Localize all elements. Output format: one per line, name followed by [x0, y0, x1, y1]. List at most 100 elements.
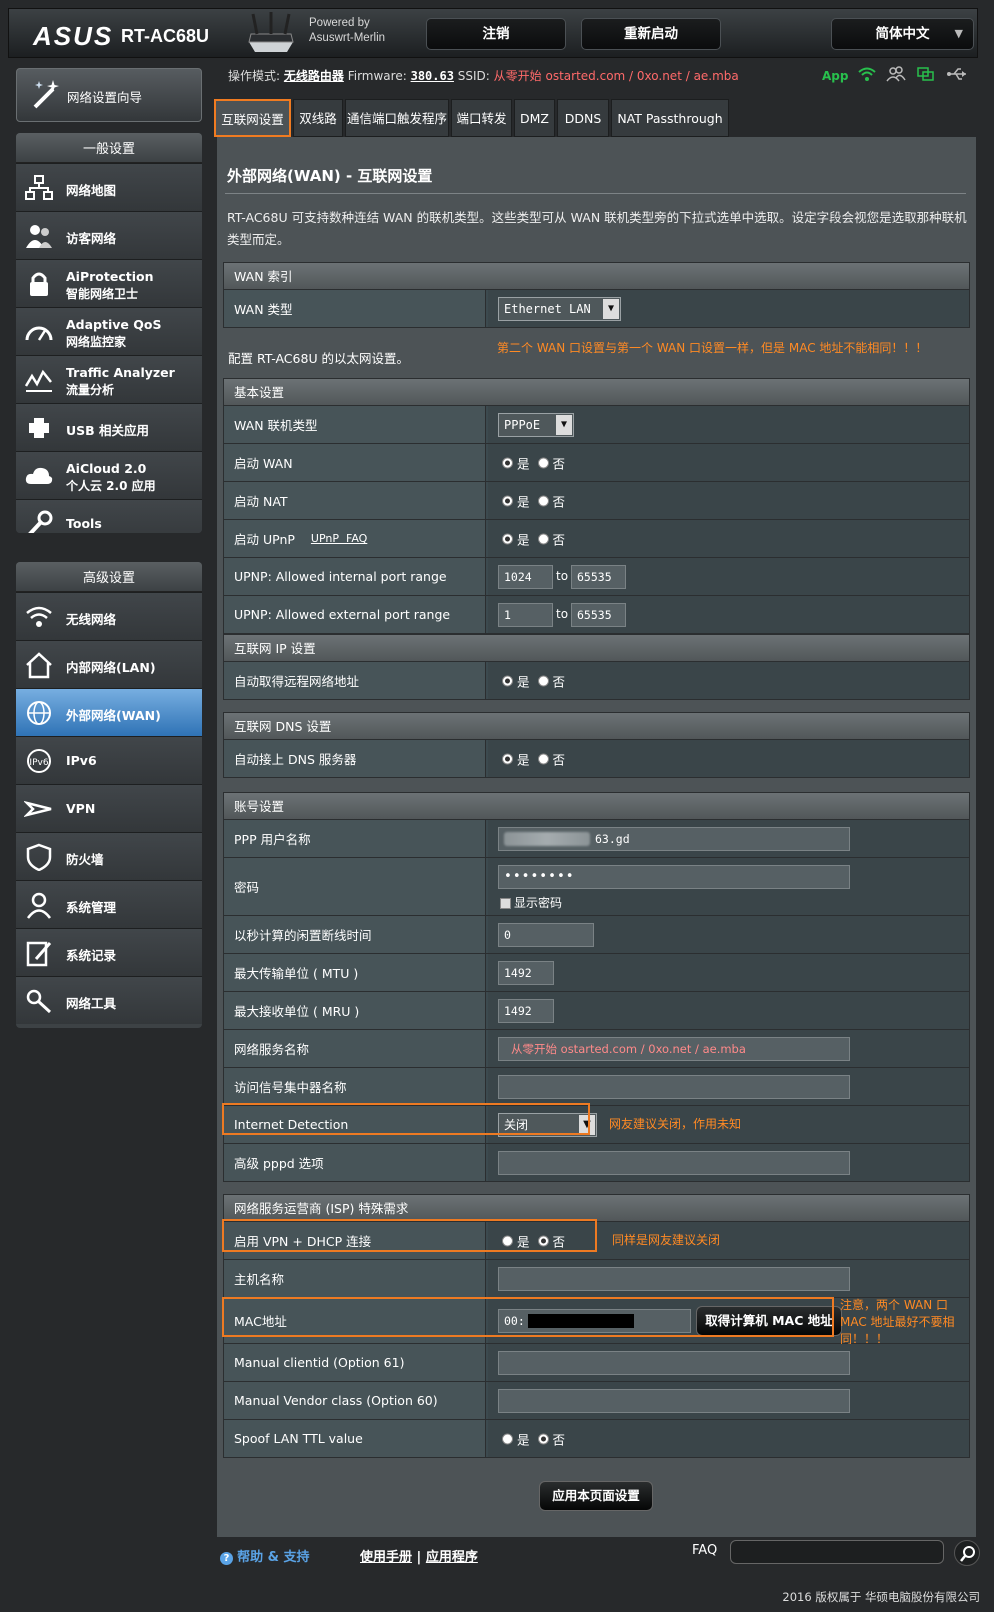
app-icon[interactable]: App — [822, 69, 848, 83]
auto-ip-yes-radio[interactable] — [502, 675, 513, 686]
tab-port-forwarding[interactable]: 端口转发 — [451, 99, 512, 137]
enable-nat-no-radio[interactable] — [537, 495, 549, 506]
sidebar-item-label: 访客网络 — [66, 231, 117, 246]
reboot-button[interactable]: 重新启动 — [581, 18, 721, 50]
host-name-row: 主机名称 — [223, 1260, 970, 1298]
tab-port-trigger[interactable]: 通信端口触发程序 — [345, 99, 449, 137]
tab-dmz[interactable]: DMZ — [514, 99, 555, 137]
upnp-external-range-row: UPNP: Allowed external port range 1 to 6… — [223, 596, 970, 634]
help-support-link[interactable]: ? 帮助 & 支持 — [220, 1546, 310, 1565]
sidebar-item-aicloud[interactable]: AiCloud 2.0 个人云 2.0 应用 — [16, 451, 202, 499]
wan-type-select[interactable]: Ethernet LAN ▼ — [498, 297, 621, 321]
wifi-icon[interactable] — [858, 66, 877, 86]
service-name-input[interactable]: 从零开始 ostarted.com / 0xo.net / ae.mba — [498, 1037, 850, 1061]
aicloud-icon — [24, 462, 54, 490]
sidebar-item-usb[interactable]: USB 相关应用 — [16, 403, 202, 451]
upnp-internal-to-input[interactable]: 65535 — [571, 565, 626, 589]
sidebar-item-adaptive-qos[interactable]: Adaptive QoS 网络监控家 — [16, 307, 202, 355]
sidebar-item-sublabel: 智能网络卫士 — [66, 287, 139, 301]
password-input[interactable]: •••••••• — [498, 865, 850, 889]
sidebar-item-label: AiCloud 2.0 — [66, 461, 147, 476]
wan-connection-type-select[interactable]: PPPoE ▼ — [498, 413, 574, 437]
enable-nat-yes-radio[interactable] — [502, 495, 513, 506]
utility-link[interactable]: 应用程序 — [426, 1550, 478, 1565]
system-log-icon — [24, 939, 54, 967]
sidebar-item-network-map[interactable]: 网络地图 — [16, 163, 202, 211]
upnp-faq-link[interactable]: UPnP FAQ — [311, 532, 367, 545]
pppd-options-input[interactable] — [498, 1151, 850, 1175]
manual-link[interactable]: 使用手册 — [360, 1550, 412, 1565]
sidebar-item-tools[interactable]: Tools — [16, 499, 202, 533]
chevron-down-icon: ▼ — [954, 27, 963, 40]
auto-ip-row: 自动取得远程网络地址 是 否 — [223, 662, 970, 700]
basic-settings-heading: 基本设置 — [223, 378, 970, 406]
note-vpn-dhcp: 同样是网友建议关闭 — [612, 1233, 721, 1247]
sidebar-item-ipv6[interactable]: IPv6 IPv6 — [16, 736, 202, 784]
show-password-checkbox[interactable] — [500, 898, 511, 909]
spoof-ttl-yes-radio[interactable] — [502, 1433, 513, 1444]
sidebar-item-lan[interactable]: 内部网络(LAN) — [16, 640, 202, 688]
tools-icon — [24, 510, 54, 533]
asus-logo: ASUS — [33, 21, 114, 51]
search-button[interactable] — [954, 1540, 980, 1566]
sidebar-item-label: AiProtection — [66, 269, 154, 284]
mru-input[interactable]: 1492 — [498, 999, 554, 1023]
firmware-version-link[interactable]: 380.63 — [411, 69, 454, 83]
auto-dns-no-radio[interactable] — [537, 753, 549, 764]
network-status-icon[interactable] — [916, 66, 936, 86]
apply-button[interactable]: 应用本页面设置 — [539, 1481, 653, 1511]
sidebar-item-network-tools[interactable]: 网络工具 — [16, 976, 202, 1024]
spoof-ttl-no-radio[interactable] — [537, 1433, 549, 1444]
sidebar-item-administration[interactable]: 系统管理 — [16, 880, 202, 928]
upnp-internal-from-input[interactable]: 1024 — [498, 565, 553, 589]
ac-name-input[interactable] — [498, 1075, 850, 1099]
tab-ddns[interactable]: DDNS — [557, 99, 609, 137]
usb-icon[interactable] — [946, 66, 968, 86]
host-name-input[interactable] — [498, 1267, 850, 1291]
sidebar-item-label: 防火墙 — [66, 852, 104, 867]
enable-wan-no-radio[interactable] — [537, 457, 549, 468]
mtu-row: 最大传输单位 ( MTU ) 1492 — [223, 954, 970, 992]
idle-timeout-row: 以秒计算的闲置断线时间 0 — [223, 916, 970, 954]
sidebar-item-label: Adaptive QoS — [66, 317, 162, 332]
clientid-input[interactable] — [498, 1351, 850, 1375]
sidebar-item-sublabel: 个人云 2.0 应用 — [66, 479, 156, 493]
tab-internet[interactable]: 互联网设置 — [214, 99, 291, 137]
faq-search-input[interactable] — [730, 1540, 944, 1564]
spoof-ttl-row: Spoof LAN TTL value 是 否 — [223, 1420, 970, 1458]
upnp-external-from-input[interactable]: 1 — [498, 603, 553, 627]
operation-mode-link[interactable]: 无线路由器 — [284, 69, 344, 83]
logout-button[interactable]: 注销 — [426, 18, 566, 50]
main-panel: 外部网络(WAN) - 互联网设置 RT-AC68U 可支持数种连结 WAN 的… — [217, 137, 976, 1537]
sidebar-item-traffic-analyzer[interactable]: Traffic Analyzer 流量分析 — [16, 355, 202, 403]
sidebar-item-label: 网络工具 — [66, 996, 117, 1011]
sidebar-item-wan[interactable]: 外部网络(WAN) — [16, 688, 202, 736]
administration-icon — [24, 891, 54, 919]
clientid-row: Manual clientid (Option 61) — [223, 1344, 970, 1382]
clients-icon[interactable] — [886, 66, 907, 86]
sidebar-item-label: 系统记录 — [66, 948, 117, 963]
enable-upnp-no-radio[interactable] — [537, 533, 549, 544]
sidebar-item-system-log[interactable]: 系统记录 — [16, 928, 202, 976]
sidebar-item-vpn[interactable]: VPN — [16, 784, 202, 832]
chevron-down-icon: ▼ — [603, 299, 619, 319]
sidebar-item-wireless[interactable]: 无线网络 — [16, 592, 202, 640]
tab-nat-passthrough[interactable]: NAT Passthrough — [611, 99, 729, 137]
firewall-icon — [24, 843, 54, 872]
auto-dns-yes-radio[interactable] — [502, 753, 513, 764]
idle-timeout-input[interactable]: 0 — [498, 923, 594, 947]
sidebar-item-aiprotection[interactable]: AiProtection 智能网络卫士 — [16, 259, 202, 307]
sidebar-item-firewall[interactable]: 防火墙 — [16, 832, 202, 880]
auto-ip-no-radio[interactable] — [537, 675, 549, 686]
language-select[interactable]: 简体中文 ▼ — [831, 18, 974, 50]
enable-wan-yes-radio[interactable] — [502, 457, 513, 468]
upnp-external-to-input[interactable]: 65535 — [571, 603, 626, 627]
mtu-input[interactable]: 1492 — [498, 961, 554, 985]
sidebar-item-label: Traffic Analyzer — [66, 365, 175, 380]
vendor-class-input[interactable] — [498, 1389, 850, 1413]
tab-dual-wan[interactable]: 双线路 — [293, 99, 343, 137]
enable-nat-row: 启动 NAT 是 否 — [223, 482, 970, 520]
network-setup-wizard[interactable]: 网络设置向导 — [16, 68, 202, 122]
enable-upnp-yes-radio[interactable] — [502, 533, 513, 544]
sidebar-item-guest-network[interactable]: 访客网络 — [16, 211, 202, 259]
